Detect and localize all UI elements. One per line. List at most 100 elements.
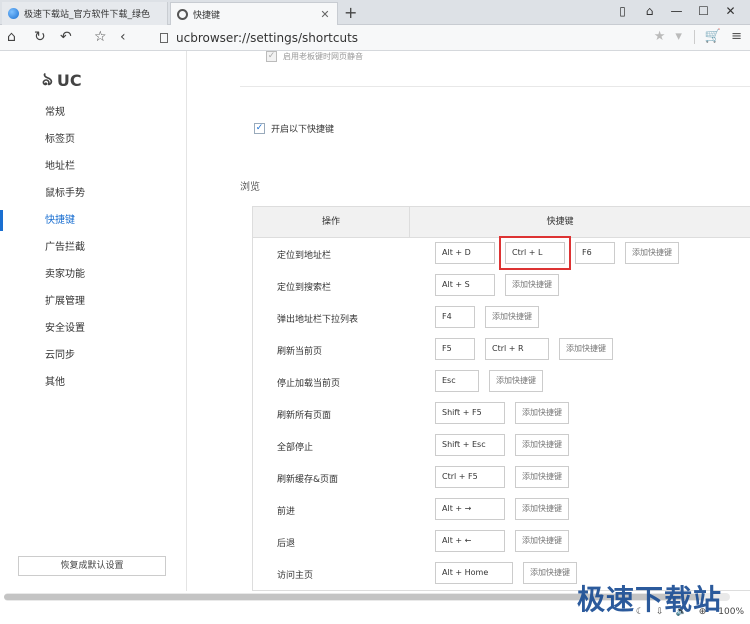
shortcut-key[interactable]: Alt + ←	[435, 530, 505, 552]
chevron-down-icon[interactable]: ▾	[675, 29, 682, 44]
table-row: 定位到搜索栏 Alt + S 添加快捷键	[253, 270, 750, 302]
shortcut-key[interactable]: F6	[575, 242, 615, 264]
shortcut-key[interactable]: Ctrl + F5	[435, 466, 505, 488]
table-row: 刷新所有页面 Shift + F5 添加快捷键	[253, 398, 750, 430]
shortcut-key[interactable]: F4	[435, 306, 475, 328]
minimize-button[interactable]: —	[663, 4, 690, 18]
add-shortcut-button[interactable]: 添加快捷键	[505, 274, 559, 296]
shortcut-key[interactable]: F5	[435, 338, 475, 360]
shortcut-key[interactable]: Ctrl + R	[485, 338, 549, 360]
action-label: 前进	[277, 507, 296, 517]
add-shortcut-button[interactable]: 添加快捷键	[559, 338, 613, 360]
shortcut-key[interactable]: Alt + →	[435, 498, 505, 520]
shortcuts-table: 操作 快捷键 定位到地址栏 Alt + D Ctrl + L F6 添加快捷键 …	[252, 206, 750, 591]
undo-icon[interactable]: ↶	[60, 29, 72, 45]
sidebar-item-seller[interactable]: 卖家功能	[0, 261, 187, 288]
tab-title: 极速下载站_官方软件下载_绿色	[24, 10, 151, 20]
table-row: 刷新缓存&页面 Ctrl + F5 添加快捷键	[253, 462, 750, 494]
action-label: 弹出地址栏下拉列表	[277, 315, 359, 325]
menu-icon[interactable]: ≡	[731, 29, 742, 44]
table-row: 全部停止 Shift + Esc 添加快捷键	[253, 430, 750, 462]
squirrel-logo-icon: ঌ	[42, 69, 53, 90]
shortcuts-panel: ✓ 启用老板键时网页静音 ✓ 开启以下快捷键 浏览 操作 快捷键 定位到地址栏 …	[188, 51, 750, 591]
action-label: 刷新缓存&页面	[277, 475, 339, 485]
shortcut-key[interactable]: Alt + D	[435, 242, 495, 264]
sidebar-item-shortcuts[interactable]: 快捷键	[0, 207, 187, 234]
reload-icon[interactable]: ↻	[34, 29, 46, 45]
add-shortcut-button[interactable]: 添加快捷键	[515, 434, 569, 456]
tab-shortcuts[interactable]: 快捷键 ✕	[170, 2, 338, 25]
tab-bar: 极速下载站_官方软件下载_绿色 快捷键 ✕ + ▯ ⌂ — ☐ ✕	[0, 0, 750, 25]
add-shortcut-button[interactable]: 添加快捷键	[515, 498, 569, 520]
action-label: 定位到搜索栏	[277, 283, 332, 293]
boss-key-mute-label: 启用老板键时网页静音	[283, 52, 363, 61]
home-icon[interactable]: ⌂	[7, 29, 16, 45]
shortcut-key[interactable]: Alt + S	[435, 274, 495, 296]
enable-shortcuts-label: 开启以下快捷键	[271, 125, 335, 135]
table-row: 刷新当前页 F5 Ctrl + R 添加快捷键	[253, 334, 750, 366]
night-mode-icon[interactable]: ☾	[636, 607, 644, 617]
gear-icon	[177, 8, 188, 20]
divider	[693, 29, 695, 44]
sidebar-item-other[interactable]: 其他	[0, 369, 187, 396]
boss-key-mute-checkbox[interactable]: ✓	[266, 51, 277, 62]
url-field[interactable]: ucbrowser://settings/shortcuts	[160, 31, 358, 45]
back-icon[interactable]: ‹	[120, 29, 126, 45]
shortcut-key-highlighted[interactable]: Ctrl + L	[499, 236, 571, 270]
zoom-level[interactable]: 100%	[718, 607, 744, 617]
shortcut-key[interactable]: Shift + F5	[435, 402, 505, 424]
sidebar-toggle-icon[interactable]: ▯	[609, 4, 636, 18]
sidebar-item-extensions[interactable]: 扩展管理	[0, 288, 187, 315]
page-icon	[160, 33, 168, 43]
table-header: 操作 快捷键	[253, 207, 750, 238]
zoom-icon[interactable]: ⊕	[699, 607, 707, 617]
sidebar-item-ad-block[interactable]: 广告拦截	[0, 234, 187, 261]
close-window-button[interactable]: ✕	[717, 4, 744, 18]
window-controls: ▯ ⌂ — ☐ ✕	[609, 4, 744, 18]
uc-logo: ঌ UC	[42, 65, 82, 96]
sidebar-item-address-bar[interactable]: 地址栏	[0, 153, 187, 180]
favorite-icon[interactable]: ★	[654, 29, 666, 44]
action-label: 全部停止	[277, 443, 314, 453]
sidebar-menu: 常规 标签页 地址栏 鼠标手势 快捷键 广告拦截 卖家功能 扩展管理 安全设置 …	[0, 99, 187, 396]
settings-sidebar: ঌ UC 常规 标签页 地址栏 鼠标手势 快捷键 广告拦截 卖家功能 扩展管理 …	[0, 51, 187, 591]
section-title: 浏览	[240, 182, 260, 193]
sidebar-item-tabs[interactable]: 标签页	[0, 126, 187, 153]
add-shortcut-button[interactable]: 添加快捷键	[523, 562, 577, 584]
shortcut-key[interactable]: Esc	[435, 370, 479, 392]
action-label: 刷新当前页	[277, 347, 323, 357]
restore-defaults-button[interactable]: 恢复成默认设置	[18, 556, 166, 576]
column-header-action: 操作	[253, 207, 410, 237]
toolbar-right: ★ ▾ 🛒 ≡	[644, 29, 742, 44]
shortcut-key[interactable]: Shift + Esc	[435, 434, 505, 456]
tab-download-site[interactable]: 极速下载站_官方软件下载_绿色	[2, 2, 168, 25]
new-tab-button[interactable]: +	[344, 3, 357, 22]
enable-shortcuts-checkbox[interactable]: ✓	[254, 123, 265, 134]
add-shortcut-button[interactable]: 添加快捷键	[625, 242, 679, 264]
sidebar-item-mouse-gestures[interactable]: 鼠标手势	[0, 180, 187, 207]
add-shortcut-button[interactable]: 添加快捷键	[489, 370, 543, 392]
table-row: 定位到地址栏 Alt + D Ctrl + L F6 添加快捷键	[253, 236, 750, 270]
table-row: 前进 Alt + → 添加快捷键	[253, 494, 750, 526]
download-icon[interactable]: ⇩	[656, 607, 664, 617]
skin-icon[interactable]: ⌂	[636, 4, 663, 18]
status-bar: ☾ ⇩ 🔈 ⊕ 100%	[624, 607, 744, 617]
sidebar-item-sync[interactable]: 云同步	[0, 342, 187, 369]
add-shortcut-button[interactable]: 添加快捷键	[515, 530, 569, 552]
bookmark-star-icon[interactable]: ☆	[94, 29, 107, 45]
action-label: 访问主页	[277, 571, 314, 581]
add-shortcut-button[interactable]: 添加快捷键	[515, 466, 569, 488]
close-tab-icon[interactable]: ✕	[319, 8, 331, 21]
sidebar-item-security[interactable]: 安全设置	[0, 315, 187, 342]
maximize-button[interactable]: ☐	[690, 4, 717, 18]
add-shortcut-button[interactable]: 添加快捷键	[485, 306, 539, 328]
boss-key-mute-option: ✓ 启用老板键时网页静音	[266, 51, 363, 62]
table-row: 弹出地址栏下拉列表 F4 添加快捷键	[253, 302, 750, 334]
volume-icon[interactable]: 🔈	[676, 607, 687, 617]
cart-icon[interactable]: 🛒	[705, 29, 721, 44]
enable-shortcuts-option: ✓ 开启以下快捷键	[254, 122, 334, 135]
sidebar-item-general[interactable]: 常规	[0, 99, 187, 126]
globe-icon	[8, 8, 19, 19]
add-shortcut-button[interactable]: 添加快捷键	[515, 402, 569, 424]
shortcut-key[interactable]: Alt + Home	[435, 562, 513, 584]
